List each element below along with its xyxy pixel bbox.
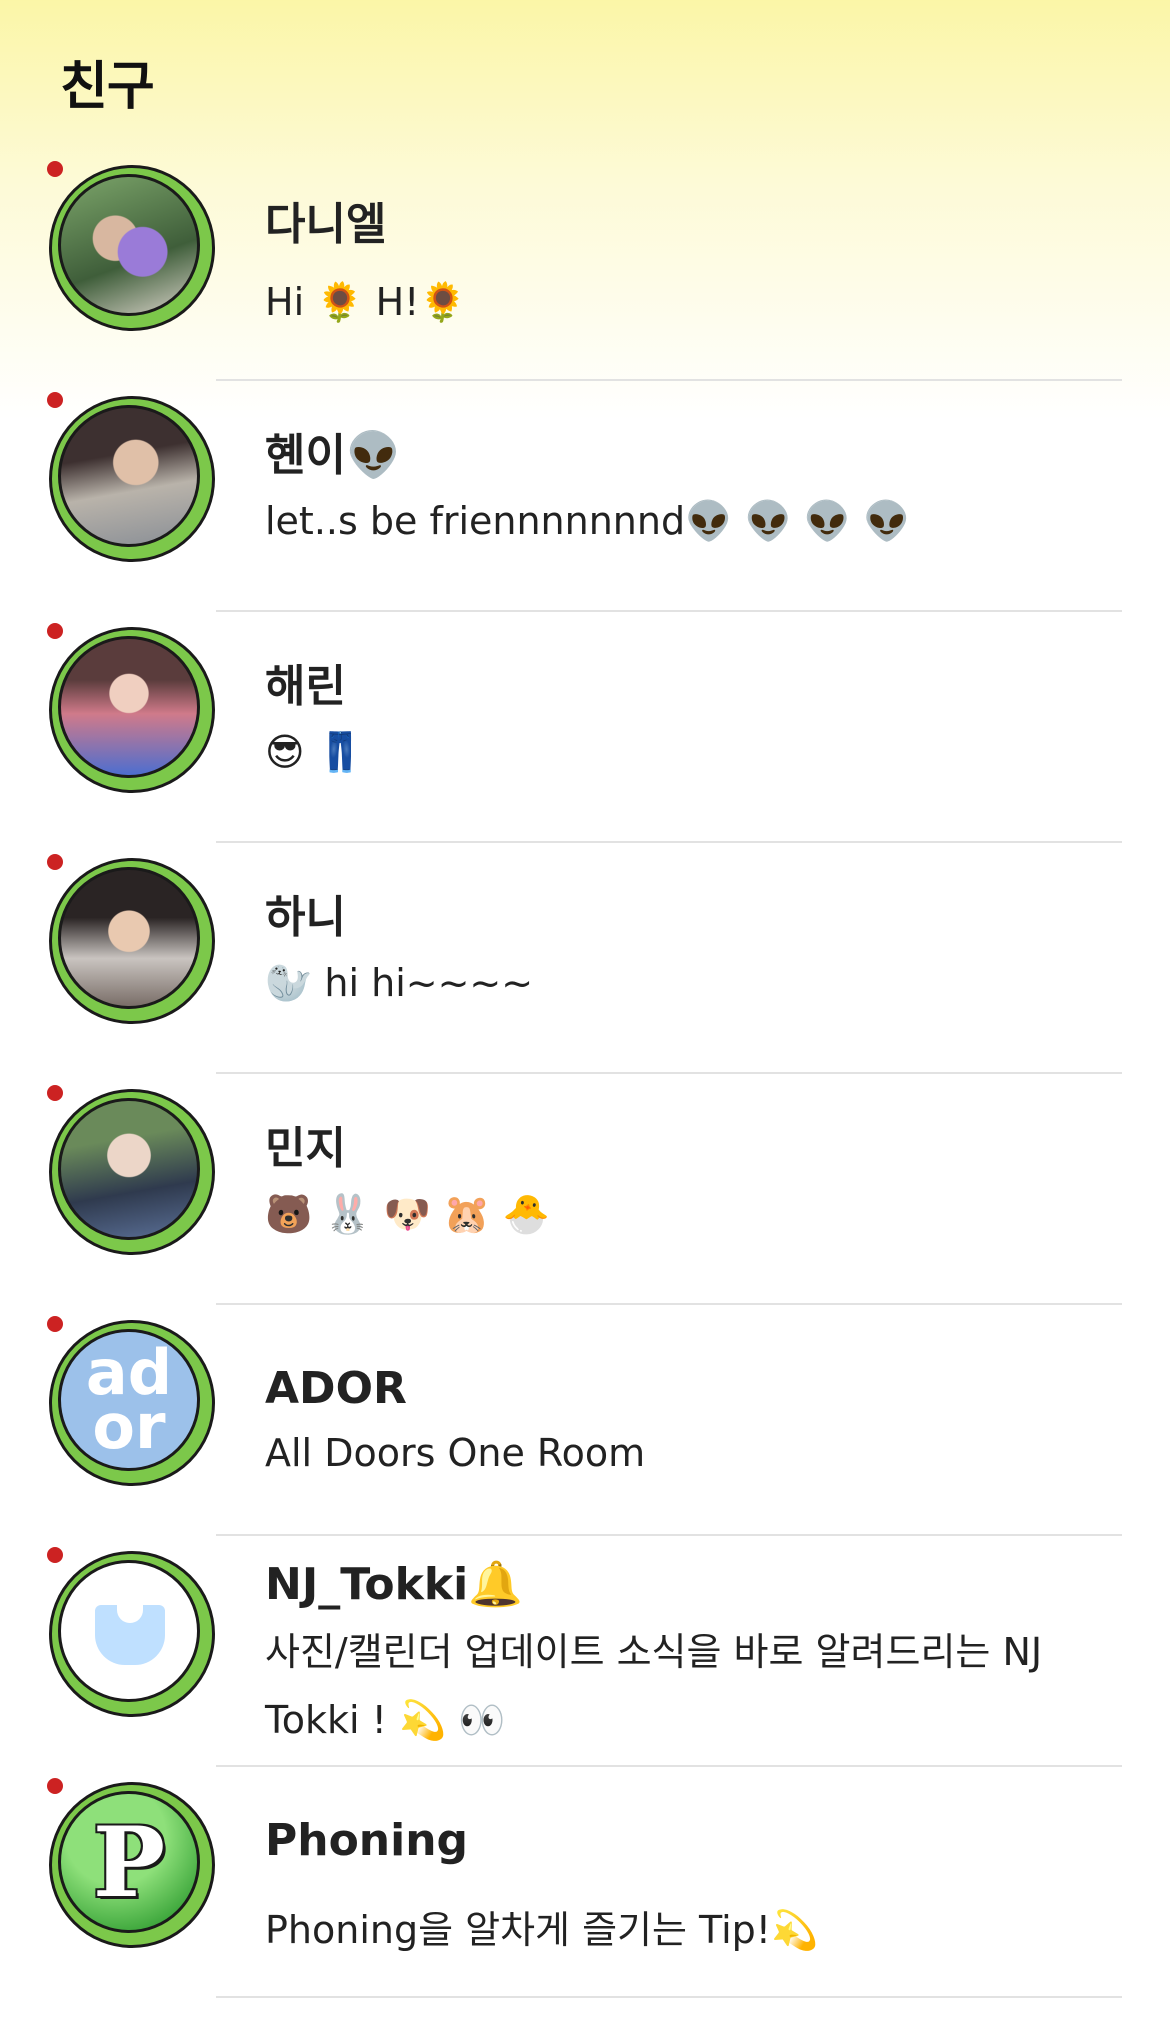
friend-status: All Doors One Room	[265, 1431, 646, 1475]
friend-name: 혠이👽	[265, 430, 401, 481]
unread-dot	[47, 1085, 63, 1101]
friend-status: 🦭 hi hi~~~~	[265, 961, 534, 1005]
tokki-icon	[95, 1605, 165, 1665]
friend-name: 하니	[265, 892, 346, 943]
friend-row-minji[interactable]: 민지 🐻 🐰 🐶 🐹 🐣	[0, 1074, 1170, 1305]
friend-status: let..s be friennnnnnnd👽 👽 👽 👽	[265, 499, 911, 543]
friend-row-hyein[interactable]: 혠이👽 let..s be friennnnnnnd👽 👽 👽 👽	[0, 381, 1170, 612]
unread-dot	[47, 392, 63, 408]
avatar[interactable]	[47, 1547, 215, 1717]
friend-status: Phoning을 알차게 즐기는 Tip!💫	[265, 1908, 819, 1952]
friend-row-haerin[interactable]: 해린 😎 👖	[0, 612, 1170, 843]
friend-row-nj-tokki[interactable]: NJ_Tokki🔔 사진/캘린더 업데이트 소식을 바로 알려드리는 NJ To…	[0, 1536, 1170, 1767]
friend-status: 🐻 🐰 🐶 🐹 🐣	[265, 1192, 550, 1236]
friend-name: 해린	[265, 661, 346, 712]
friend-list: 다니엘 Hi 🌻 H!🌻 혠이👽 let..s be friennnnnnnd👽…	[0, 0, 1170, 2030]
friend-row-phoning[interactable]: P Phoning Phoning을 알차게 즐기는 Tip!💫	[0, 1767, 1170, 1998]
tokki-logo	[58, 1560, 200, 1702]
friend-name: 다니엘	[265, 199, 387, 250]
friend-row-danielle[interactable]: 다니엘 Hi 🌻 H!🌻	[0, 150, 1170, 381]
ador-logo: ad or	[58, 1329, 200, 1471]
phoning-logo-letter: P	[92, 1805, 166, 1919]
avatar-photo	[58, 405, 200, 547]
friend-row-hanni[interactable]: 하니 🦭 hi hi~~~~	[0, 843, 1170, 1074]
friend-name: NJ_Tokki🔔	[265, 1559, 523, 1610]
friend-name: ADOR	[265, 1363, 407, 1414]
friend-status: 😎 👖	[265, 730, 365, 774]
unread-dot	[47, 854, 63, 870]
unread-dot	[47, 161, 63, 177]
avatar-photo	[58, 867, 200, 1009]
avatar-photo	[58, 1098, 200, 1240]
avatar[interactable]	[47, 854, 215, 1024]
ador-logo-text: ad or	[85, 1336, 173, 1463]
friend-name: 민지	[265, 1123, 346, 1174]
unread-dot	[47, 623, 63, 639]
phoning-logo: P	[58, 1791, 200, 1933]
friend-row-ador[interactable]: ad or ADOR All Doors One Room	[0, 1305, 1170, 1536]
avatar-photo	[58, 174, 200, 316]
friend-status: 사진/캘린더 업데이트 소식을 바로 알려드리는 NJ Tokki ! 💫 👀	[265, 1630, 1043, 1742]
avatar[interactable]: ad or	[47, 1316, 215, 1486]
unread-dot	[47, 1778, 63, 1794]
friend-status: Hi 🌻 H!🌻	[265, 280, 467, 324]
unread-dot	[47, 1316, 63, 1332]
unread-dot	[47, 1547, 63, 1563]
avatar[interactable]	[47, 161, 215, 331]
friend-name: Phoning	[265, 1815, 469, 1866]
avatar[interactable]	[47, 392, 215, 562]
avatar[interactable]: P	[47, 1778, 215, 1948]
avatar[interactable]	[47, 623, 215, 793]
row-divider	[216, 1996, 1122, 1998]
avatar[interactable]	[47, 1085, 215, 1255]
avatar-photo	[58, 636, 200, 778]
